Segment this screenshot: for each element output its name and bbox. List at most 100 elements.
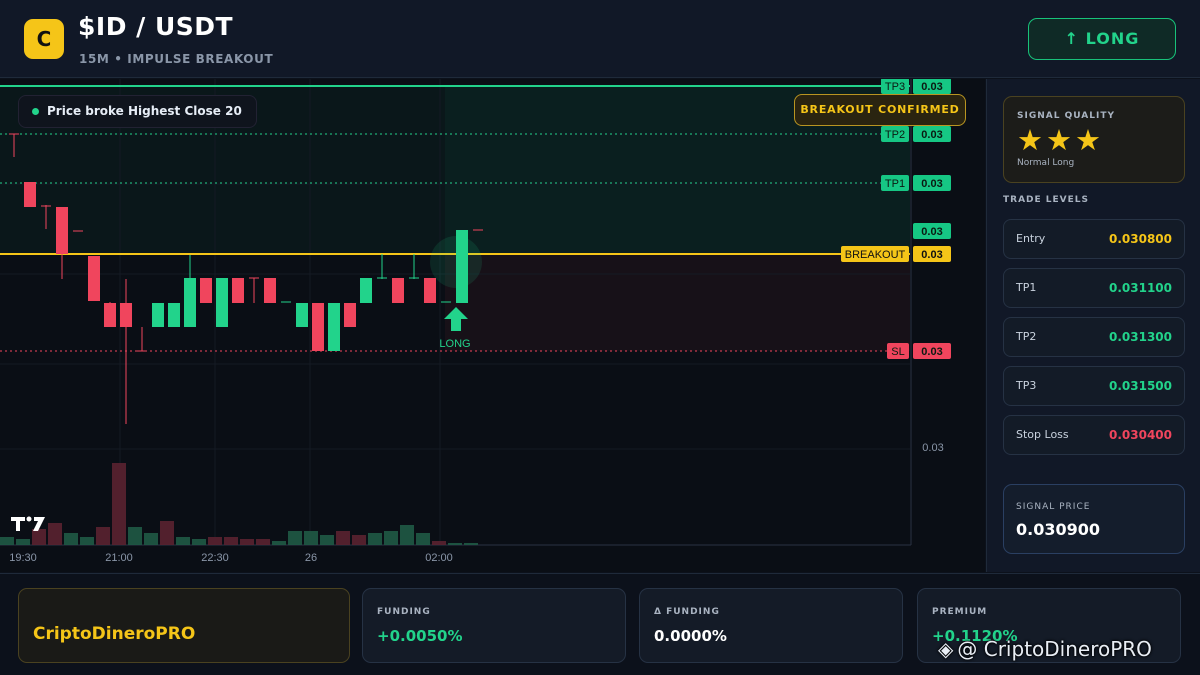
candle-body — [456, 230, 468, 303]
trade-level-label: TP3 — [1016, 379, 1037, 392]
volume-bar — [272, 541, 286, 545]
signal-price-card: SIGNAL PRICE 0.030900 — [1003, 484, 1185, 554]
watermark-text: @ CriptoDineroPRO — [957, 637, 1152, 661]
breakout-confirmed-badge: BREAKOUT CONFIRMED — [794, 94, 966, 126]
signal-quality-card: SIGNAL QUALITY ★★★ Normal Long — [1003, 96, 1185, 183]
volume-bar — [256, 539, 270, 545]
trade-levels-title: TRADE LEVELS — [1003, 195, 1089, 205]
long-signal-label: LONG — [439, 338, 470, 350]
level-tag-value: 0.03 — [921, 178, 942, 190]
level-tag-name: TP1 — [885, 178, 905, 190]
delta-funding-card: Δ FUNDING 0.0000% — [639, 588, 903, 663]
volume-bar — [384, 531, 398, 545]
candle-body — [232, 278, 244, 303]
volume-bar — [448, 543, 462, 545]
volume-bar — [368, 533, 382, 545]
brand-logo-icon: C — [24, 19, 64, 59]
volume-bar — [416, 533, 430, 545]
premium-label: PREMIUM — [932, 607, 988, 617]
volume-bar — [48, 523, 62, 545]
volume-bar — [288, 531, 302, 545]
volume-bar — [336, 531, 350, 545]
candle-body — [168, 303, 180, 327]
binance-logo-icon: ◈ — [938, 637, 954, 661]
trade-level-label: Stop Loss — [1016, 428, 1069, 441]
volume-bar — [464, 543, 478, 545]
volume-bar — [400, 525, 414, 545]
level-tag-name: TP3 — [885, 81, 905, 93]
signal-quality-subtitle: Normal Long — [1017, 158, 1075, 168]
signal-panel: SIGNAL QUALITY ★★★ Normal Long TRADE LEV… — [986, 79, 1200, 572]
pair-subtitle: 15M • IMPULSE BREAKOUT — [79, 52, 274, 66]
volume-bar — [304, 531, 318, 545]
time-axis-label: 22:30 — [201, 552, 229, 564]
trade-level-value: 0.031300 — [1108, 330, 1172, 344]
long-direction-button[interactable]: ↑ LONG — [1028, 18, 1176, 60]
candle-body — [392, 278, 404, 303]
candle-body — [424, 278, 436, 303]
delta-funding-label: Δ FUNDING — [654, 607, 720, 617]
volume-bar — [112, 463, 126, 545]
candlestick-chart: LONG TP3 0.03 TP2 0.03 TP1 0.03 0.03 BREAKOUT 0.0… — [0, 79, 951, 564]
time-axis-label: 19:30 — [9, 552, 37, 564]
volume-bar — [144, 533, 158, 545]
signal-quality-title: SIGNAL QUALITY — [1017, 111, 1115, 121]
trade-level-row: Entry 0.030800 — [1003, 219, 1185, 259]
trade-level-label: TP2 — [1016, 330, 1037, 343]
volume-bar — [240, 539, 254, 545]
candle-body — [120, 303, 132, 327]
top-header: C $ID / USDT 15M • IMPULSE BREAKOUT ↑ LO… — [0, 0, 1200, 78]
volume-bar — [352, 535, 366, 545]
level-tag-name: TP2 — [885, 129, 905, 141]
trade-level-value: 0.030400 — [1108, 428, 1172, 442]
candle-body — [264, 278, 276, 303]
signal-price-title: SIGNAL PRICE — [1016, 502, 1091, 512]
candle-body — [104, 303, 116, 327]
trade-level-label: TP1 — [1016, 281, 1037, 294]
volume-bar — [64, 533, 78, 545]
volume-bar — [192, 539, 206, 545]
time-axis-label: 21:00 — [105, 552, 133, 564]
funding-label: FUNDING — [377, 607, 431, 617]
watermark: ◈ @ CriptoDineroPRO — [938, 637, 1152, 661]
price-axis-label: 0.03 — [922, 442, 943, 454]
volume-bar — [208, 537, 222, 545]
volume-bar — [432, 541, 446, 545]
volume-bar — [176, 537, 190, 545]
volume-bar — [160, 521, 174, 545]
breakout-note: Price broke Highest Close 20 — [18, 95, 257, 128]
level-tag-value: 0.03 — [921, 129, 942, 141]
delta-funding-value: 0.0000% — [654, 627, 727, 645]
volume-bar — [80, 537, 94, 545]
candle-body — [312, 303, 324, 351]
time-axis-label: 26 — [305, 552, 317, 564]
pair-title: $ID / USDT — [78, 12, 234, 41]
brand-name: CriptoDineroPRO — [33, 624, 196, 644]
candle-body — [152, 303, 164, 327]
volume-bar — [224, 537, 238, 545]
trade-level-row: Stop Loss 0.030400 — [1003, 415, 1185, 455]
volume-bar — [128, 527, 142, 545]
level-tag-value: 0.03 — [921, 346, 942, 358]
volume-bar — [320, 535, 334, 545]
star-rating-icon: ★★★ — [1017, 123, 1104, 157]
breakout-note-text: Price broke Highest Close 20 — [47, 104, 242, 118]
volume-bar — [96, 527, 110, 545]
candle-body — [344, 303, 356, 327]
funding-card: FUNDING +0.0050% — [362, 588, 626, 663]
volume-bar — [16, 539, 30, 545]
trade-level-row: TP2 0.031300 — [1003, 317, 1185, 357]
risk-zone — [445, 254, 910, 351]
trade-level-value: 0.031500 — [1108, 379, 1172, 393]
level-tag-name: SL — [891, 346, 904, 358]
trade-level-value: 0.030800 — [1108, 232, 1172, 246]
bottom-footer: CriptoDineroPRO FUNDING +0.0050% Δ FUNDI… — [0, 573, 1200, 675]
candle-body — [184, 278, 196, 327]
trade-level-row: TP3 0.031500 — [1003, 366, 1185, 406]
candle-body — [296, 303, 308, 327]
candle-body — [360, 278, 372, 303]
price-chart[interactable]: LONG TP3 0.03 TP2 0.03 TP1 0.03 0.03 BREAKOUT 0.0… — [0, 79, 985, 572]
funding-value: +0.0050% — [377, 627, 463, 645]
candle-body — [56, 207, 68, 254]
level-tag-name: BREAKOUT — [845, 249, 906, 261]
